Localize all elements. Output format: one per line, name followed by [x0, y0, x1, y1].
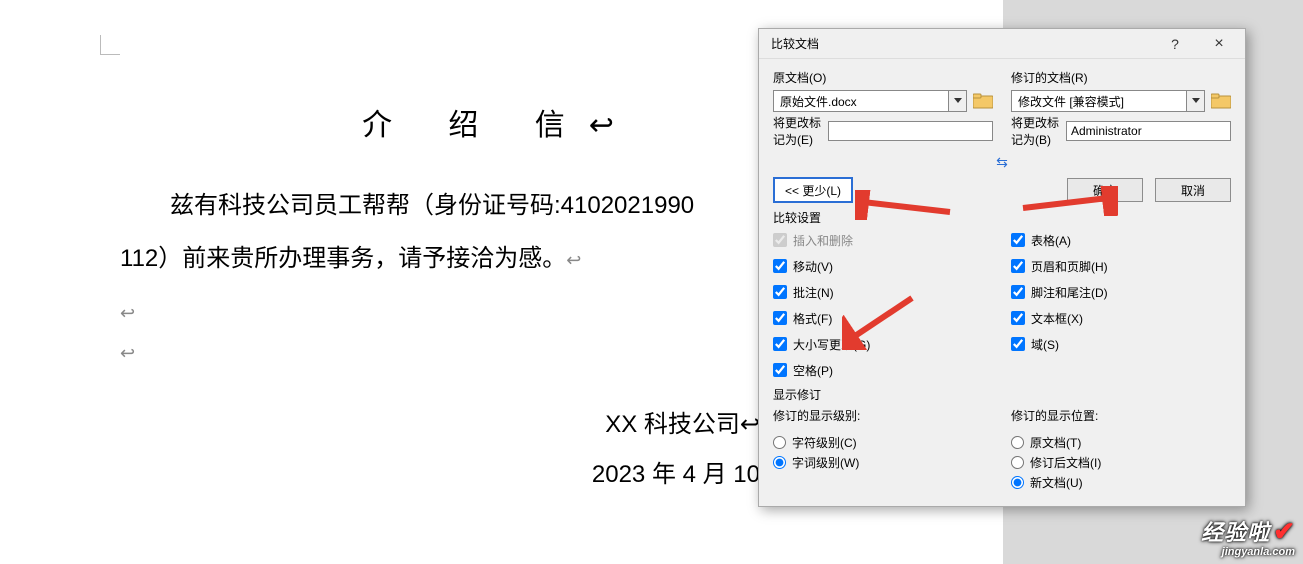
revision-location-group: 修订的显示位置: 原文档(T) 修订后文档(I) 新文档(U) — [1011, 407, 1231, 492]
radio-label: 修订后文档(I) — [1030, 454, 1101, 471]
doc-title-text: 介 绍 信 — [362, 109, 589, 142]
return-mark: ↩ — [120, 303, 135, 323]
radio[interactable] — [1011, 476, 1024, 489]
checkbox — [773, 233, 787, 247]
checkbox-label: 脚注和尾注(D) — [1031, 284, 1108, 301]
radio-label: 新文档(U) — [1030, 474, 1083, 491]
help-button[interactable]: ? — [1153, 30, 1197, 58]
swap-icon[interactable]: ⇆ — [773, 154, 1231, 171]
doc-signature: XX 科技公司↩ 2023 年 4 月 10 — [120, 400, 760, 501]
revision-level-label: 修订的显示级别: — [773, 407, 993, 424]
doc-body: 兹有科技公司员工帮帮（身份证号码:4102021990 112）前来贵所办理事务… — [120, 180, 760, 378]
checkbox-label: 插入和删除 — [793, 232, 853, 249]
checkbox[interactable] — [1011, 337, 1025, 351]
chevron-down-icon[interactable] — [948, 91, 966, 111]
check-icon: ✔ — [1273, 516, 1295, 546]
dialog-title: 比较文档 — [771, 35, 1153, 52]
checkbox-option[interactable]: 域(S) — [1011, 334, 1231, 354]
radio[interactable] — [1011, 456, 1024, 469]
radio-option[interactable]: 修订后文档(I) — [1011, 452, 1231, 472]
radio-label: 字符级别(C) — [792, 434, 857, 451]
checkbox-option[interactable]: 空格(P) — [773, 360, 993, 380]
return-mark: ↩ — [589, 109, 638, 142]
return-mark: ↩ — [120, 343, 135, 363]
checkbox[interactable] — [1011, 259, 1025, 273]
original-label: 原文档(O) — [773, 69, 993, 86]
doc-line-2: 112）前来贵所办理事务，请予接洽为感。↩ — [120, 233, 760, 286]
checkbox-label: 空格(P) — [793, 362, 833, 379]
folder-icon[interactable] — [973, 93, 993, 109]
checkbox[interactable] — [773, 259, 787, 273]
watermark-url: jingyanla.com — [1222, 546, 1295, 558]
checkbox-option[interactable]: 脚注和尾注(D) — [1011, 282, 1231, 302]
radio-option[interactable]: 字符级别(C) — [773, 432, 993, 452]
radio[interactable] — [1011, 436, 1024, 449]
compare-settings-label: 比较设置 — [773, 209, 1231, 226]
dialog-titlebar[interactable]: 比较文档 ? × — [759, 29, 1245, 59]
checkbox-option: 插入和删除 — [773, 230, 993, 250]
checkbox-label: 移动(V) — [793, 258, 833, 275]
radio[interactable] — [773, 456, 786, 469]
show-revisions-label: 显示修订 — [773, 386, 1231, 403]
original-file-name: 原始文件.docx — [774, 93, 948, 110]
checkbox-label: 批注(N) — [793, 284, 834, 301]
revision-level-group: 修订的显示级别: 字符级别(C) 字词级别(W) — [773, 407, 993, 492]
radio-option[interactable]: 新文档(U) — [1011, 472, 1231, 492]
checkbox[interactable] — [1011, 285, 1025, 299]
checkbox-label: 格式(F) — [793, 310, 832, 327]
revised-label: 修订的文档(R) — [1011, 69, 1231, 86]
checkbox-option[interactable]: 页眉和页脚(H) — [1011, 256, 1231, 276]
checkbox-label: 表格(A) — [1031, 232, 1071, 249]
original-mark-label: 将更改标记为(E) — [773, 114, 822, 148]
watermark: 经验啦 ✔ jingyanla.com — [1201, 517, 1295, 558]
revision-location-label: 修订的显示位置: — [1011, 407, 1231, 424]
original-mark-input[interactable] — [828, 121, 993, 141]
revised-file-combo[interactable]: 修改文件 [兼容模式] — [1011, 90, 1205, 112]
watermark-text: 经验啦 — [1201, 520, 1270, 545]
checkbox-option[interactable]: 表格(A) — [1011, 230, 1231, 250]
checkbox-option[interactable]: 移动(V) — [773, 256, 993, 276]
checkbox[interactable] — [1011, 311, 1025, 325]
checkbox-label: 文本框(X) — [1031, 310, 1083, 327]
radio-option[interactable]: 字词级别(W) — [773, 452, 993, 472]
cancel-button[interactable]: 取消 — [1155, 178, 1231, 202]
revised-file-name: 修改文件 [兼容模式] — [1012, 93, 1186, 110]
checkbox-label: 页眉和页脚(H) — [1031, 258, 1108, 275]
compare-documents-dialog: 比较文档 ? × 原文档(O) 原始文件.docx — [758, 28, 1246, 507]
revised-section: 修订的文档(R) 修改文件 [兼容模式] 将更改标记为(B) — [1011, 69, 1231, 148]
original-section: 原文档(O) 原始文件.docx 将更改标记为(E) — [773, 69, 993, 148]
annotation-arrow — [842, 290, 922, 350]
checkbox[interactable] — [1011, 233, 1025, 247]
doc-company: XX 科技公司↩ — [120, 400, 760, 450]
folder-icon[interactable] — [1211, 93, 1231, 109]
annotation-arrow — [1018, 186, 1118, 216]
checkbox[interactable] — [773, 337, 787, 351]
less-button[interactable]: << 更少(L) — [773, 177, 853, 203]
checkbox[interactable] — [773, 363, 787, 377]
checkbox-option[interactable]: 文本框(X) — [1011, 308, 1231, 328]
chevron-down-icon[interactable] — [1186, 91, 1204, 111]
checkbox[interactable] — [773, 311, 787, 325]
close-button[interactable]: × — [1197, 30, 1241, 58]
revised-mark-input[interactable] — [1066, 121, 1231, 141]
dialog-content: 原文档(O) 原始文件.docx 将更改标记为(E) — [759, 59, 1245, 506]
page-corner-mark — [100, 35, 120, 55]
checkbox-label: 域(S) — [1031, 336, 1059, 353]
original-file-combo[interactable]: 原始文件.docx — [773, 90, 967, 112]
annotation-arrow — [855, 190, 955, 220]
revised-mark-label: 将更改标记为(B) — [1011, 114, 1060, 148]
checkbox[interactable] — [773, 285, 787, 299]
radio-label: 原文档(T) — [1030, 434, 1081, 451]
radio[interactable] — [773, 436, 786, 449]
radio-option[interactable]: 原文档(T) — [1011, 432, 1231, 452]
doc-date: 2023 年 4 月 10 — [120, 450, 760, 500]
radio-label: 字词级别(W) — [792, 454, 859, 471]
doc-line-1: 兹有科技公司员工帮帮（身份证号码:4102021990 — [120, 180, 760, 233]
